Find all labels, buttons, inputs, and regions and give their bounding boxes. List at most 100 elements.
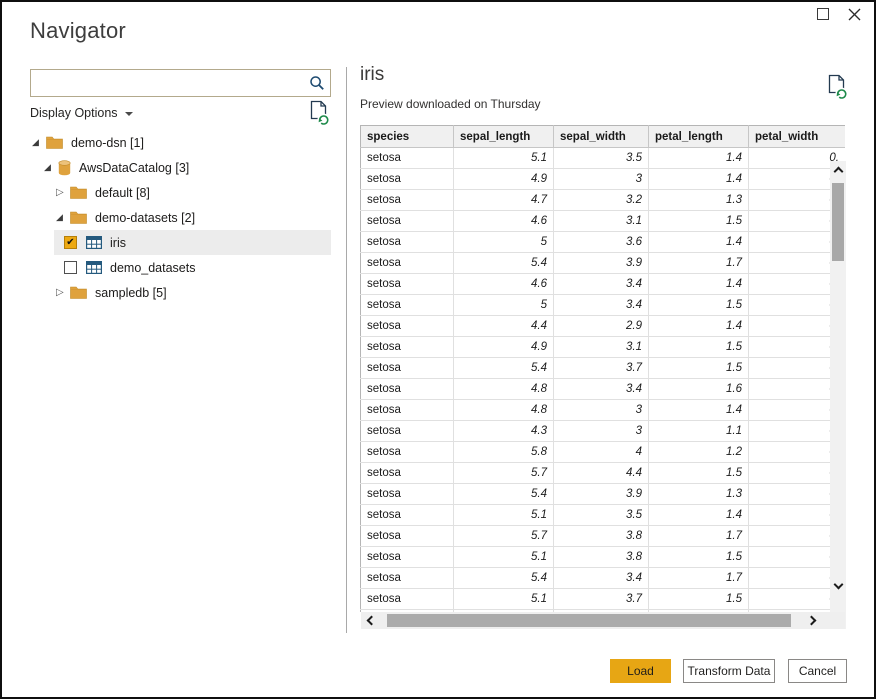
table-cell: 2.9 bbox=[554, 316, 649, 337]
folder-icon bbox=[70, 186, 87, 199]
table-cell: 3.4 bbox=[554, 274, 649, 295]
maximize-icon[interactable] bbox=[817, 8, 829, 20]
scroll-left-icon[interactable] bbox=[363, 612, 379, 628]
chevron-down-icon bbox=[125, 112, 133, 116]
navigator-dialog: Navigator Display Options ◢ demo-ds bbox=[0, 0, 876, 699]
table-cell: 3.5 bbox=[554, 148, 649, 169]
scroll-down-icon[interactable] bbox=[830, 576, 846, 592]
load-button[interactable]: Load bbox=[610, 659, 671, 683]
table-header-row: speciessepal_lengthsepal_widthpetal_leng… bbox=[361, 126, 846, 148]
table-row: setosa5.841.20. bbox=[361, 442, 846, 463]
table-cell: 3.1 bbox=[554, 211, 649, 232]
expand-collapse-icon[interactable]: ◢ bbox=[44, 163, 58, 172]
table-cell: setosa bbox=[361, 421, 454, 442]
table-cell: 1.5 bbox=[649, 547, 749, 568]
vertical-scrollbar[interactable] bbox=[830, 161, 846, 629]
table-cell: 3 bbox=[554, 421, 649, 442]
vertical-scroll-thumb[interactable] bbox=[832, 183, 844, 261]
table-cell: 1.4 bbox=[649, 400, 749, 421]
table-row: setosa5.43.71.50. bbox=[361, 358, 846, 379]
tree-item-label: demo-dsn [1] bbox=[71, 136, 144, 150]
expand-collapse-icon[interactable]: ◢ bbox=[32, 138, 46, 147]
table-cell: setosa bbox=[361, 211, 454, 232]
tree-item-demo_datasets[interactable]: demo_datasets bbox=[54, 255, 331, 280]
tree-item-label: demo_datasets bbox=[110, 261, 195, 275]
tree-item-label: sampledb [5] bbox=[95, 286, 167, 300]
folder-icon bbox=[46, 136, 63, 149]
scroll-up-icon[interactable] bbox=[830, 163, 846, 179]
table-row: setosa5.73.81.70. bbox=[361, 526, 846, 547]
table-cell: 5 bbox=[454, 232, 554, 253]
table-cell: setosa bbox=[361, 484, 454, 505]
table-row: setosa4.831.40. bbox=[361, 400, 846, 421]
table-cell: 1.7 bbox=[649, 253, 749, 274]
table-cell: 4.7 bbox=[454, 190, 554, 211]
expand-icon[interactable]: ▷ bbox=[56, 288, 70, 298]
column-header-petal_width: petal_width bbox=[749, 126, 846, 148]
checkbox-iris[interactable]: ✔ bbox=[64, 236, 77, 249]
table-cell: 3 bbox=[554, 400, 649, 421]
table-cell: 5.1 bbox=[454, 148, 554, 169]
tree-item-sampledb[interactable]: ▷ sampledb [5] bbox=[2, 280, 346, 305]
table-row: setosa5.13.51.40. bbox=[361, 505, 846, 526]
scroll-right-icon[interactable] bbox=[803, 612, 819, 628]
table-cell: 5.1 bbox=[454, 589, 554, 610]
table-cell: 1.5 bbox=[649, 589, 749, 610]
display-options-dropdown[interactable]: Display Options bbox=[30, 104, 133, 122]
table-row: setosa4.93.11.50. bbox=[361, 337, 846, 358]
horizontal-scrollbar[interactable] bbox=[361, 612, 845, 629]
cancel-button[interactable]: Cancel bbox=[788, 659, 847, 683]
table-cell: 4.6 bbox=[454, 274, 554, 295]
table-cell: 3.5 bbox=[554, 505, 649, 526]
tree-item-label: demo-datasets [2] bbox=[95, 211, 195, 225]
table-cell: 3.7 bbox=[554, 358, 649, 379]
table-cell: 5.8 bbox=[454, 442, 554, 463]
table-row: setosa4.931.40. bbox=[361, 169, 846, 190]
tree-item-demo-datasets[interactable]: ◢ demo-datasets [2] bbox=[2, 205, 346, 230]
display-options-label: Display Options bbox=[30, 106, 118, 120]
table-cell: setosa bbox=[361, 400, 454, 421]
table-row: setosa4.83.41.60. bbox=[361, 379, 846, 400]
window-controls bbox=[817, 6, 862, 22]
table-cell: setosa bbox=[361, 463, 454, 484]
table-cell: 5.7 bbox=[454, 526, 554, 547]
table-cell: 3.2 bbox=[554, 190, 649, 211]
column-header-sepal_width: sepal_width bbox=[554, 126, 649, 148]
close-icon[interactable] bbox=[846, 6, 862, 22]
table-cell: 3.8 bbox=[554, 547, 649, 568]
table-cell: setosa bbox=[361, 379, 454, 400]
tree-item-default[interactable]: ▷ default [8] bbox=[2, 180, 346, 205]
table-cell: setosa bbox=[361, 232, 454, 253]
tree-item-demo-dsn[interactable]: ◢ demo-dsn [1] bbox=[2, 130, 346, 155]
table-cell: 1.3 bbox=[649, 484, 749, 505]
refresh-preview-icon[interactable] bbox=[828, 74, 849, 105]
expand-collapse-icon[interactable]: ◢ bbox=[56, 213, 70, 222]
table-cell: 4.9 bbox=[454, 337, 554, 358]
tree-item-label: default [8] bbox=[95, 186, 150, 200]
search-box bbox=[30, 69, 331, 97]
expand-icon[interactable]: ▷ bbox=[56, 188, 70, 198]
table-cell: 1.7 bbox=[649, 568, 749, 589]
table-cell: setosa bbox=[361, 295, 454, 316]
table-cell: 5.1 bbox=[454, 505, 554, 526]
search-icon[interactable] bbox=[309, 75, 325, 91]
table-cell: 5.7 bbox=[454, 463, 554, 484]
transform-data-button[interactable]: Transform Data bbox=[683, 659, 775, 683]
refresh-tree-icon[interactable] bbox=[310, 100, 331, 131]
table-cell: 4 bbox=[554, 442, 649, 463]
table-row: setosa4.63.11.50. bbox=[361, 211, 846, 232]
checkbox-demo_datasets[interactable] bbox=[64, 261, 77, 274]
table-cell: 3.8 bbox=[554, 526, 649, 547]
navigator-tree: ◢ demo-dsn [1]◢ AwsDataCatalog [3]▷ defa… bbox=[2, 130, 346, 305]
table-cell: 3.4 bbox=[554, 379, 649, 400]
table-cell: setosa bbox=[361, 589, 454, 610]
panel-divider bbox=[346, 67, 347, 633]
table-cell: 4.9 bbox=[454, 169, 554, 190]
search-input[interactable] bbox=[31, 70, 309, 96]
table-cell: setosa bbox=[361, 190, 454, 211]
tree-item-iris[interactable]: ✔ iris bbox=[54, 230, 331, 255]
horizontal-scroll-thumb[interactable] bbox=[387, 614, 791, 627]
tree-item-AwsDataCatalog[interactable]: ◢ AwsDataCatalog [3] bbox=[2, 155, 346, 180]
table-cell: setosa bbox=[361, 274, 454, 295]
table-row: setosa4.63.41.40. bbox=[361, 274, 846, 295]
